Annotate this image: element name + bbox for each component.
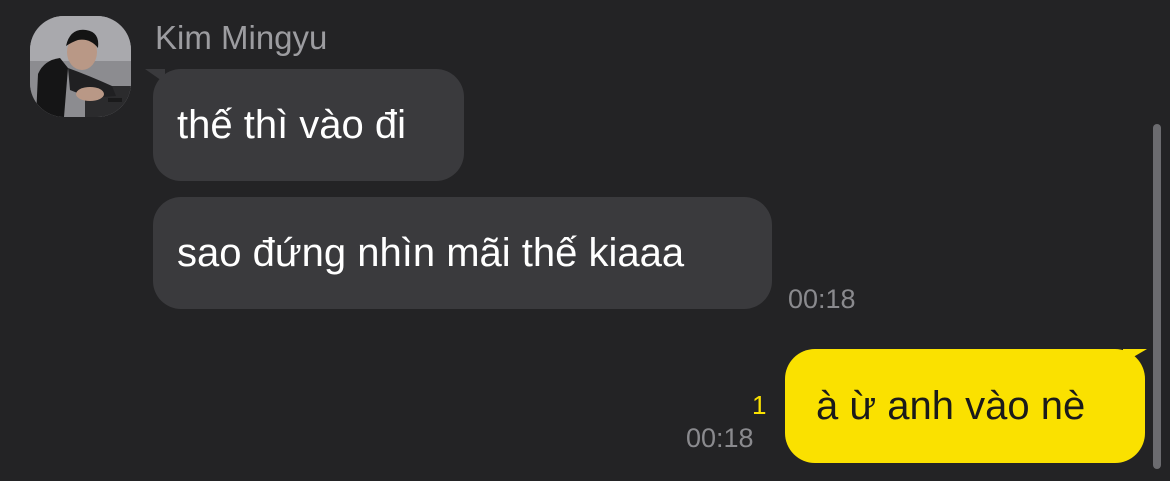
avatar-photo bbox=[30, 16, 131, 117]
message-timestamp: 00:18 bbox=[788, 284, 856, 314]
message-text: à ừ anh vào nè bbox=[816, 384, 1086, 428]
scrollbar[interactable] bbox=[1153, 124, 1161, 469]
sender-name: Kim Mingyu bbox=[155, 19, 328, 56]
incoming-message-bubble[interactable]: sao đứng nhìn mãi thế kiaaa bbox=[153, 197, 772, 309]
outgoing-message-bubble[interactable]: à ừ anh vào nè bbox=[785, 349, 1145, 463]
message-text: thế thì vào đi bbox=[177, 103, 407, 147]
avatar[interactable] bbox=[30, 16, 131, 117]
incoming-message-bubble[interactable]: thế thì vào đi bbox=[153, 69, 464, 181]
message-timestamp: 00:18 bbox=[686, 423, 754, 453]
unread-count-badge: 1 bbox=[752, 390, 767, 420]
message-text: sao đứng nhìn mãi thế kiaaa bbox=[177, 231, 685, 275]
